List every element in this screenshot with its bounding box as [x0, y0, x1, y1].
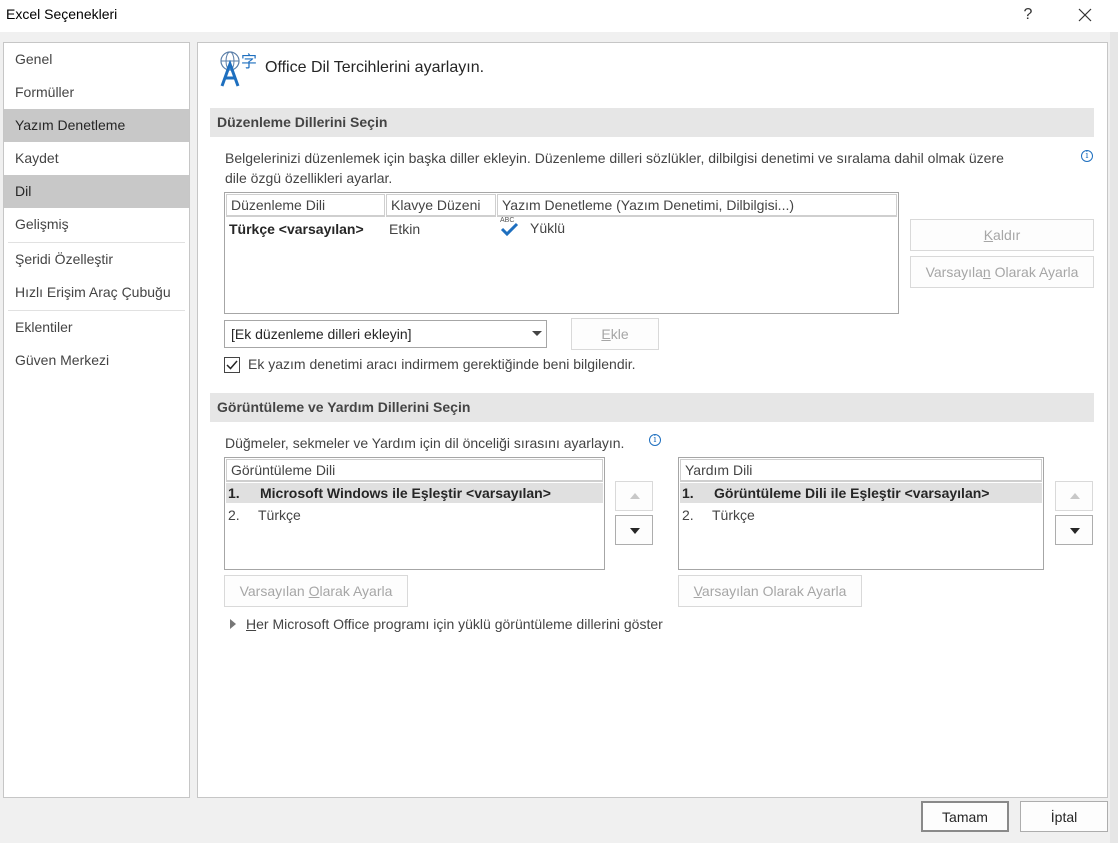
sidebar-item-genel[interactable]: Genel — [4, 43, 189, 76]
language-icon: 字 — [220, 51, 257, 87]
display-language-list[interactable]: Görüntüleme Dili 1. Microsoft Windows il… — [224, 457, 605, 570]
help-button[interactable]: ? — [1016, 3, 1040, 27]
checkmark-icon — [226, 360, 238, 370]
proofing-badge: ABC — [500, 217, 514, 224]
list-item[interactable]: Türkçe — [712, 507, 755, 523]
show-installed-languages-link[interactable]: Her Microsoft Office programı için yüklü… — [246, 616, 663, 632]
set-default-display-button[interactable]: Varsayılan Olarak Ayarla — [224, 575, 408, 607]
info-icon[interactable]: i — [1081, 150, 1093, 162]
arrow-down-icon — [1070, 528, 1080, 534]
help-language-list[interactable]: Yardım Dili 1. Görüntüleme Dili ile Eşle… — [678, 457, 1044, 570]
arrow-up-icon — [1070, 493, 1080, 499]
sidebar-item-kaydet[interactable]: Kaydet — [4, 142, 189, 175]
sidebar-item-guven-merkezi[interactable]: Güven Merkezi — [4, 344, 189, 377]
info-icon[interactable]: i — [649, 434, 661, 446]
help-list-header: Yardım Dili — [680, 459, 1042, 482]
title-bar: Excel Seçenekleri ? — [0, 0, 1118, 32]
column-header-proofing[interactable]: Yazım Denetleme (Yazım Denetimi, Dilbilg… — [497, 194, 897, 217]
help-move-down-button[interactable] — [1055, 515, 1093, 545]
list-item-number: 2. — [228, 507, 240, 523]
window-title: Excel Seçenekleri — [6, 6, 118, 22]
display-section-header: Görüntüleme ve Yardım Dillerini Seçin — [210, 393, 1094, 422]
ok-button[interactable]: Tamam — [921, 801, 1009, 832]
close-button[interactable] — [1070, 1, 1100, 29]
sidebar-item-seridi-ozellestir[interactable]: Şeridi Özelleştir — [4, 243, 189, 276]
editing-description: Belgelerinizi düzenlemek için başka dill… — [225, 148, 1075, 188]
column-header-keyboard[interactable]: Klavye Düzeni — [386, 194, 496, 217]
notify-checkbox[interactable] — [224, 357, 240, 373]
sidebar-item-gelismis[interactable]: Gelişmiş — [4, 208, 189, 241]
close-icon — [1078, 8, 1092, 22]
editing-description-line: Belgelerinizi düzenlemek için başka dill… — [225, 150, 1004, 166]
remove-button[interactable]: Kaldır — [910, 219, 1094, 251]
set-default-editing-button[interactable]: Varsayılan Olarak Ayarla — [910, 256, 1094, 288]
editing-languages-table[interactable]: Düzenleme Dili Klavye Düzeni Yazım Denet… — [224, 192, 899, 314]
table-cell-keyboard: Etkin — [389, 221, 421, 237]
editing-description-line: dile özgü özellikleri ayarlar. — [225, 170, 393, 186]
sidebar-item-dil[interactable]: Dil — [4, 175, 189, 208]
list-item[interactable]: Görüntüleme Dili ile Eşleştir <varsayıla… — [714, 485, 989, 501]
display-move-down-button[interactable] — [615, 515, 653, 545]
chevron-down-icon — [532, 331, 542, 336]
arrow-up-icon — [630, 493, 640, 499]
sidebar: Genel Formüller Yazım Denetleme Kaydet D… — [3, 42, 190, 798]
window-edge — [1110, 32, 1118, 843]
svg-text:字: 字 — [241, 52, 257, 71]
add-language-dropdown[interactable]: [Ek düzenleme dilleri ekleyin] — [224, 320, 547, 348]
arrow-down-icon — [630, 528, 640, 534]
list-item[interactable]: Microsoft Windows ile Eşleştir <varsayıl… — [260, 485, 551, 501]
table-cell-language[interactable]: Türkçe <varsayılan> — [229, 221, 364, 237]
set-default-help-button[interactable]: Varsayılan Olarak Ayarla — [678, 575, 862, 607]
page-title: Office Dil Tercihlerini ayarlayın. — [265, 59, 485, 76]
dropdown-value: [Ek düzenleme dilleri ekleyin] — [231, 326, 412, 342]
cancel-button[interactable]: İptal — [1020, 801, 1108, 832]
list-item-number: 2. — [682, 507, 694, 523]
table-cell-proofing: Yüklü — [530, 220, 566, 236]
display-description: Düğmeler, sekmeler ve Yardım için dil ön… — [225, 435, 625, 451]
sidebar-item-formuller[interactable]: Formüller — [4, 76, 189, 109]
expand-triangle-icon[interactable] — [230, 619, 236, 629]
list-item[interactable]: Türkçe — [258, 507, 301, 523]
column-header-editing-language[interactable]: Düzenleme Dili — [226, 194, 385, 217]
sidebar-item-yazim-denetleme[interactable]: Yazım Denetleme — [4, 109, 189, 142]
sidebar-item-eklentiler[interactable]: Eklentiler — [4, 311, 189, 344]
spell-check-icon: ABC — [500, 217, 519, 237]
list-item-number: 1. — [228, 485, 240, 501]
display-list-header: Görüntüleme Dili — [226, 459, 603, 482]
list-item-number: 1. — [682, 485, 694, 501]
add-button[interactable]: Ekle — [571, 318, 659, 350]
editing-section-header: Düzenleme Dillerini Seçin — [210, 108, 1094, 137]
display-move-up-button[interactable] — [615, 481, 653, 511]
sidebar-item-hizli-erisim[interactable]: Hızlı Erişim Araç Çubuğu — [4, 276, 189, 309]
notify-checkbox-label[interactable]: Ek yazım denetimi aracı indirmem gerekti… — [248, 356, 636, 372]
help-move-up-button[interactable] — [1055, 481, 1093, 511]
